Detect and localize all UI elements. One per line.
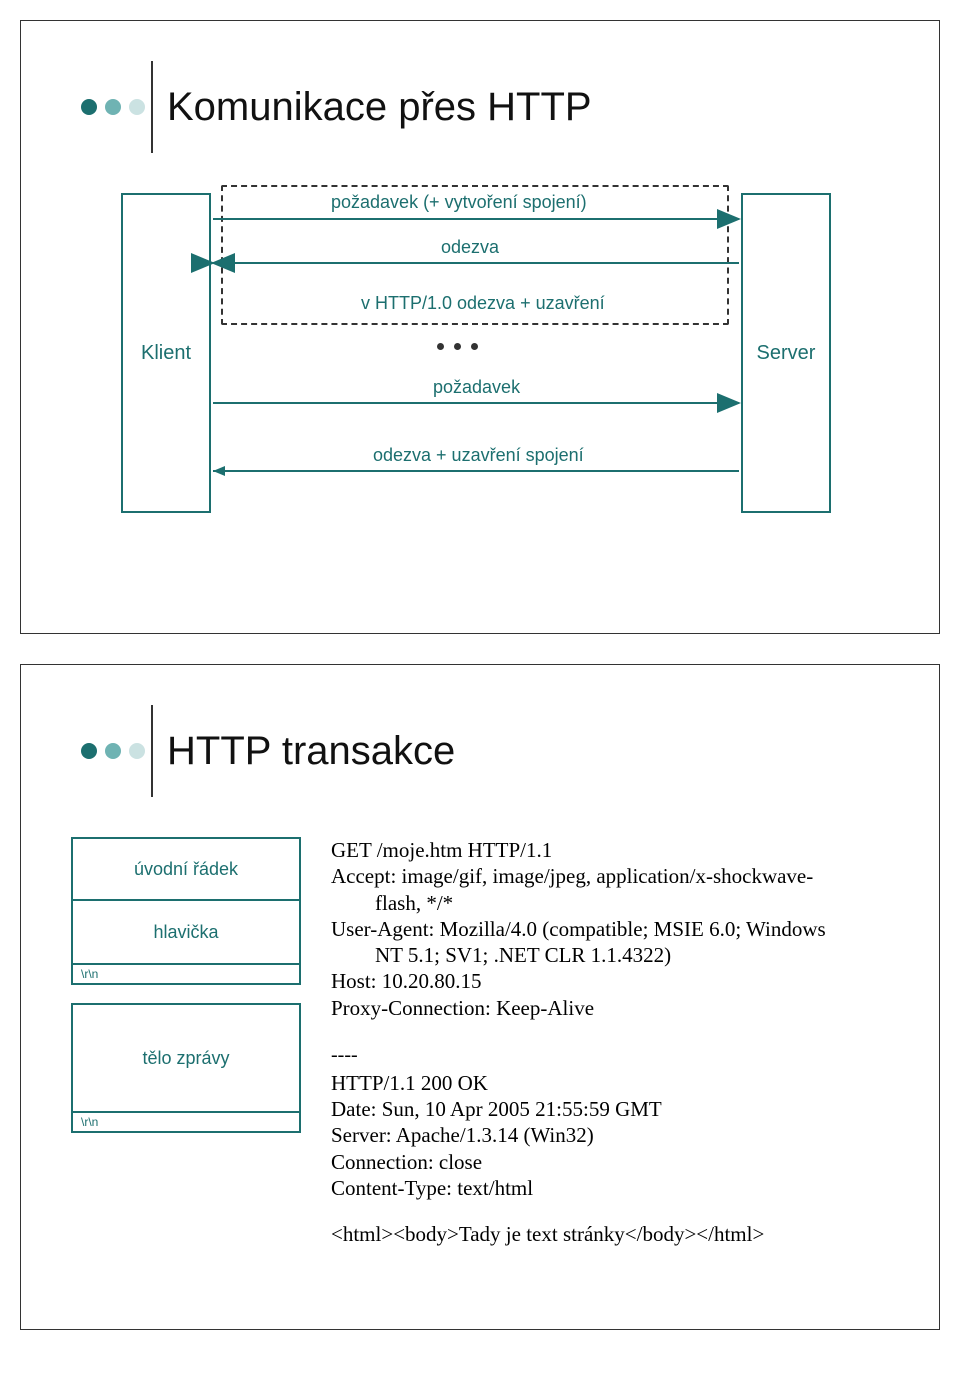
slide-title: HTTP transakce [167, 729, 455, 774]
http-response-block: HTTP/1.1 200 OK Date: Sun, 10 Apr 2005 2… [331, 1070, 899, 1248]
request-user-agent-cont: NT 5.1; SV1; .NET CLR 1.1.4322) [331, 942, 899, 968]
response-date: Date: Sun, 10 Apr 2005 21:55:59 GMT [331, 1096, 899, 1122]
struct-header: hlavička [71, 901, 301, 965]
struct-first-line: úvodní řádek [71, 837, 301, 901]
http-example-text: GET /moje.htm HTTP/1.1 Accept: image/gif… [331, 837, 899, 1269]
request-user-agent: User-Agent: Mozilla/4.0 (compatible; MSI… [331, 916, 899, 942]
title-row: HTTP transakce [81, 705, 899, 797]
title-bullets [81, 743, 145, 759]
request-accept-cont: flash, */* [331, 890, 899, 916]
slide-title: Komunikace přes HTTP [167, 85, 592, 130]
response-conn: Connection: close [331, 1149, 899, 1175]
label-request-create: požadavek (+ vytvoření spojení) [331, 192, 587, 213]
struct-crlf: \r\n [71, 1113, 301, 1133]
bullet-icon [81, 99, 97, 115]
struct-crlf: \r\n [71, 965, 301, 985]
client-label: Klient [141, 342, 191, 365]
request-proxy: Proxy-Connection: Keep-Alive [331, 995, 899, 1021]
label-http10-close: v HTTP/1.0 odezva + uzavření [361, 293, 605, 314]
client-box: Klient [121, 193, 211, 513]
message-structure-box: úvodní řádek hlavička \r\n tělo zprávy \… [71, 837, 301, 1133]
request-host: Host: 10.20.80.15 [331, 968, 899, 994]
response-ctype: Content-Type: text/html [331, 1175, 899, 1201]
slide-http-communication: Komunikace přes HTTP Klient Server [20, 20, 940, 634]
title-row: Komunikace přes HTTP [81, 61, 899, 153]
title-rule-icon [151, 61, 153, 153]
server-box: Server [741, 193, 831, 513]
request-line: GET /moje.htm HTTP/1.1 [331, 837, 899, 863]
bullet-icon [129, 99, 145, 115]
label-request2: požadavek [433, 377, 520, 398]
label-response: odezva [441, 237, 499, 258]
server-label: Server [757, 342, 816, 365]
bullet-icon [105, 99, 121, 115]
http-sequence-diagram: Klient Server [121, 193, 881, 573]
title-bullets [81, 99, 145, 115]
response-status: HTTP/1.1 200 OK [331, 1070, 899, 1096]
bullet-icon [81, 743, 97, 759]
struct-body: tělo zprávy [71, 1003, 301, 1113]
separator-line: ---- [331, 1043, 899, 1068]
http-request-block: GET /moje.htm HTTP/1.1 Accept: image/gif… [331, 837, 899, 1021]
label-close: odezva + uzavření spojení [373, 445, 584, 466]
request-accept: Accept: image/gif, image/jpeg, applicati… [331, 863, 899, 889]
bullet-icon [105, 743, 121, 759]
ellipsis-icon [437, 343, 478, 350]
title-rule-icon [151, 705, 153, 797]
response-body: <html><body>Tady je text stránky</body><… [331, 1221, 899, 1247]
slide-http-transaction: HTTP transakce úvodní řádek hlavička \r\… [20, 664, 940, 1330]
response-server: Server: Apache/1.3.14 (Win32) [331, 1122, 899, 1148]
response-blank [331, 1201, 899, 1221]
bullet-icon [129, 743, 145, 759]
